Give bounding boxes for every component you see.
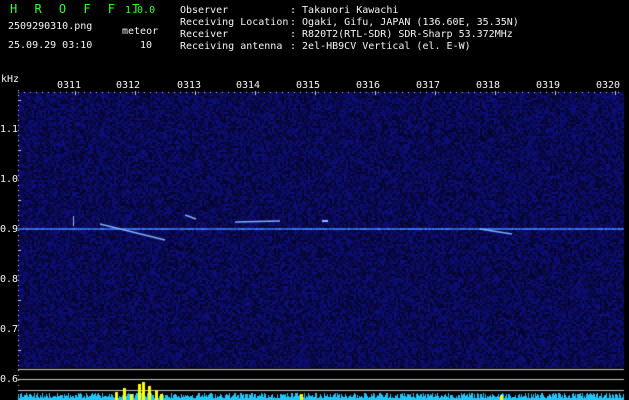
time-tick: 0314 xyxy=(236,80,261,91)
freq-tick: 0.9 xyxy=(0,224,19,235)
meteor-label: meteor xyxy=(122,26,159,37)
time-tick: 0312 xyxy=(116,80,141,91)
file-name: 2509290310.png xyxy=(8,21,93,32)
freq-tick: 0.8 xyxy=(0,274,19,285)
time-tick: 0315 xyxy=(296,80,321,91)
receiver-value: : R820T2(RTL-SDR) SDR-Sharp 53.372MHz xyxy=(290,29,513,40)
antenna-value: : 2el-HB9CV Vertical (el. E-W) xyxy=(290,41,471,52)
time-tick: 0320 xyxy=(596,80,621,91)
freq-tick: 0.7 xyxy=(0,324,19,335)
location-value: : Ogaki, Gifu, JAPAN (136.60E, 35.35N) xyxy=(290,17,519,28)
time-tick: 0317 xyxy=(416,80,441,91)
receiver-label: Receiver xyxy=(180,29,229,40)
location-label: Receiving Location xyxy=(180,17,289,28)
freq-tick: 0.6 xyxy=(0,374,19,385)
freq-tick: 1.0 xyxy=(0,174,19,185)
observer-value: : Takanori Kawachi xyxy=(290,5,399,16)
time-tick: 0313 xyxy=(177,80,202,91)
app-version: 1.0.0 xyxy=(125,5,156,16)
freq-tick: 1.1 xyxy=(0,124,19,135)
axis-unit-label: kHz xyxy=(1,74,20,85)
time-tick: 0319 xyxy=(536,80,561,91)
meteor-count: 10 xyxy=(140,40,153,51)
time-tick: 0316 xyxy=(356,80,381,91)
time-tick: 0318 xyxy=(476,80,501,91)
time-tick: 0311 xyxy=(57,80,82,91)
date-time: 25.09.29 03:10 xyxy=(8,40,93,51)
antenna-label: Receiving antenna xyxy=(180,41,283,52)
observer-label: Observer xyxy=(180,5,229,16)
spectrogram-canvas xyxy=(0,0,629,400)
